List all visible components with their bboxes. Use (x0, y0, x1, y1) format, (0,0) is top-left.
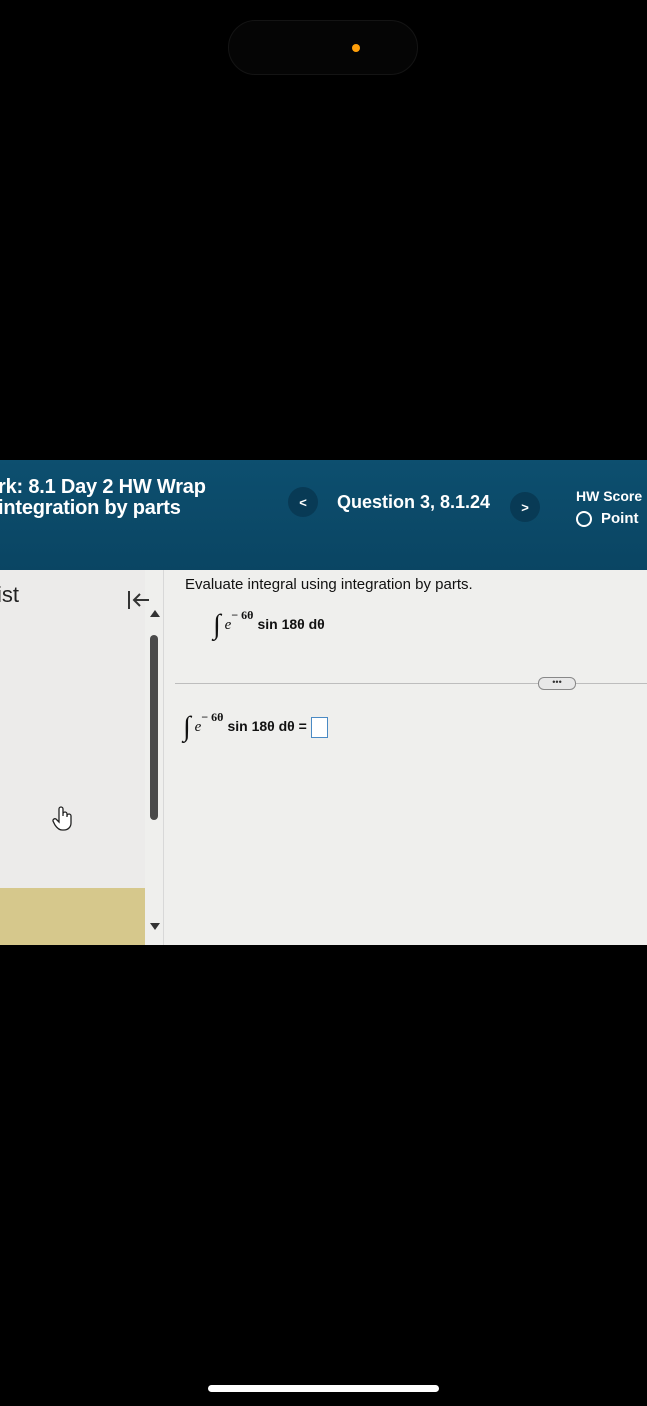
sidebar-title: ist (0, 582, 19, 607)
question-list-sidebar: ist (0, 570, 149, 945)
hand-cursor-icon (52, 806, 72, 831)
question-list-scrollbar[interactable] (146, 610, 162, 940)
panel-divider (163, 570, 164, 945)
more-options-button[interactable]: ••• (538, 677, 576, 690)
privacy-indicator-icon (352, 44, 360, 52)
integrand-rest: sin 18θ dθ (257, 616, 325, 632)
hw-score-label: HW Score (576, 488, 643, 504)
dynamic-island (228, 20, 418, 75)
integral-sign: ∫ (213, 609, 221, 641)
exponent: − 6θ (231, 608, 254, 622)
section-divider (175, 683, 647, 684)
question-label: Question 3, 8.1.24 (337, 492, 491, 512)
circle-icon (576, 510, 592, 527)
question-instruction: Evaluate integral using integration by p… (185, 576, 473, 593)
scroll-thumb[interactable] (150, 635, 158, 820)
next-question-button[interactable]: > (510, 492, 540, 522)
question-content: Evaluate integral using integration by p… (165, 570, 647, 945)
scroll-up-arrow-icon[interactable] (150, 610, 160, 617)
previous-question-button[interactable]: < (288, 487, 318, 517)
chevron-left-icon: < (299, 494, 307, 510)
browser-screen: rk: 8.1 Day 2 HW Wrap integration by par… (0, 460, 647, 945)
exponent: − 6θ (201, 710, 224, 724)
assignment-subtitle: integration by parts (0, 497, 181, 519)
answer-input[interactable] (310, 716, 328, 738)
assignment-title: rk: 8.1 Day 2 HW Wrap (0, 476, 206, 498)
home-indicator[interactable] (208, 1385, 439, 1392)
header-bar: rk: 8.1 Day 2 HW Wrap integration by par… (0, 460, 647, 570)
answer-equals: sin 18θ dθ = (227, 718, 307, 734)
scroll-down-arrow-icon[interactable] (150, 923, 160, 930)
answer-expression: ∫ e− 6θ sin 18θ dθ = (183, 710, 328, 743)
points-label: Point (601, 510, 639, 527)
list-item-current[interactable] (0, 888, 145, 945)
integral-expression: ∫ e− 6θ sin 18θ dθ (213, 608, 325, 641)
chevron-right-icon: > (521, 499, 529, 515)
integral-sign: ∫ (183, 711, 191, 743)
points-row: Point (576, 510, 639, 527)
